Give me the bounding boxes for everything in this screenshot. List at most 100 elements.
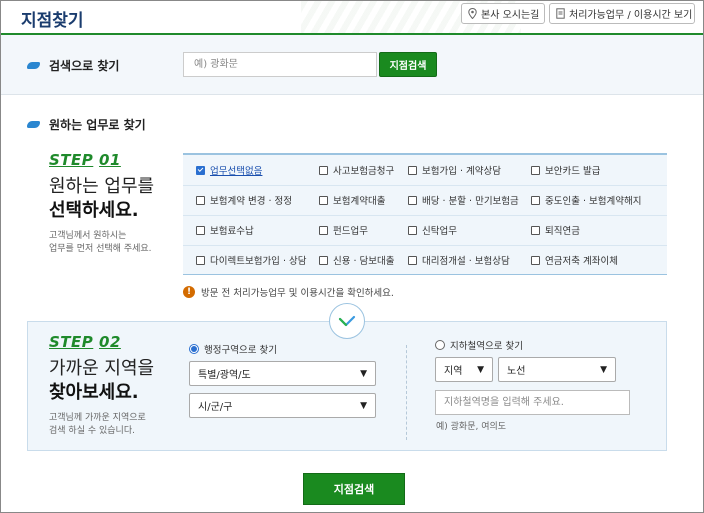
checkbox-indicator bbox=[319, 165, 328, 175]
task-option-checkbox[interactable]: 보험료수납 bbox=[196, 215, 254, 245]
checkbox-indicator bbox=[531, 195, 540, 205]
checkbox-indicator bbox=[531, 255, 540, 265]
step2-desc-line2: 검색 하실 수 있습니다. bbox=[49, 426, 135, 436]
step1-title: STEP 01 bbox=[49, 151, 121, 169]
page-title: 지점찾기 bbox=[21, 11, 84, 31]
task-option-label: 대리점개설 · 보험상담 bbox=[422, 256, 510, 267]
task-option-label: 중도인출 · 보험계약해지 bbox=[545, 196, 642, 207]
branch-search-button[interactable]: 지점검색 bbox=[379, 52, 437, 77]
task-option-checkbox[interactable]: 대리점개설 · 보험상담 bbox=[408, 245, 510, 275]
task-option-label: 보험계약대출 bbox=[333, 196, 386, 207]
task-option-checkbox[interactable]: 보험계약대출 bbox=[319, 185, 385, 215]
task-option-checkbox[interactable]: 중도인출 · 보험계약해지 bbox=[531, 185, 641, 215]
subway-example: 예) 광화문, 여의도 bbox=[436, 422, 507, 432]
task-option-checkbox[interactable]: 배당 · 분할 · 만기보험금 bbox=[408, 185, 519, 215]
step1-heading-line2: 선택하세요. bbox=[49, 200, 139, 221]
task-option-label: 신용 · 담보대출 bbox=[333, 256, 395, 267]
step2-number: 02 bbox=[99, 333, 121, 351]
subway-region-select[interactable]: 지역 ▼ bbox=[435, 357, 493, 382]
step2-prefix: STEP bbox=[49, 333, 94, 351]
checkbox-indicator bbox=[408, 195, 417, 205]
subway-label: 지하철역으로 찾기 bbox=[450, 341, 523, 352]
task-option-checkbox[interactable]: 보안카드 발급 bbox=[531, 155, 600, 185]
task-option-label: 펀드업무 bbox=[333, 226, 368, 237]
subway-line-select[interactable]: 노선 ▼ bbox=[498, 357, 616, 382]
task-option-label: 보안카드 발급 bbox=[545, 166, 601, 177]
task-search-heading: 원하는 업무로 찾기 bbox=[27, 116, 146, 133]
visit-notice-text: 방문 전 처리가능업무 및 이용시간을 확인하세요. bbox=[201, 288, 394, 299]
task-search-label: 원하는 업무로 찾기 bbox=[49, 118, 146, 132]
step1-heading-line1: 원하는 업무를 bbox=[49, 176, 155, 197]
checkbox-indicator bbox=[408, 225, 417, 235]
admin-district-radio[interactable]: 행정구역으로 찾기 bbox=[189, 342, 277, 356]
province-select[interactable]: 특별/광역/도 ▼ bbox=[189, 361, 376, 386]
task-options-grid: 업무선택없음 사고보험금청구 보험가입 · 계약상담 보안카드 발급보험계약 변경 ·… bbox=[183, 153, 667, 275]
task-option-label: 보험료수납 bbox=[210, 226, 254, 237]
hq-directions-button[interactable]: 본사 오시는길 bbox=[461, 3, 545, 24]
task-option-checkbox[interactable]: 다이렉트보험가입 · 상담 bbox=[196, 245, 306, 275]
vertical-divider bbox=[406, 345, 407, 440]
task-option-label: 연금저축 계좌이체 bbox=[545, 256, 618, 267]
radio-indicator bbox=[189, 344, 199, 354]
checkbox-indicator bbox=[319, 195, 328, 205]
keyword-search-label: 검색으로 찾기 bbox=[49, 59, 120, 73]
subway-radio[interactable]: 지하철역으로 찾기 bbox=[435, 338, 523, 352]
task-option-checkbox[interactable]: 퇴직연금 bbox=[531, 215, 580, 245]
city-select[interactable]: 시/군/구 ▼ bbox=[189, 393, 376, 418]
hq-directions-label: 본사 오시는길 bbox=[481, 10, 540, 21]
task-option-checkbox[interactable]: 보험가입 · 계약상담 bbox=[408, 155, 501, 185]
document-icon bbox=[556, 8, 565, 19]
step1-prefix: STEP bbox=[49, 151, 94, 169]
subway-region-value: 지역 bbox=[444, 366, 463, 377]
step2-desc-line1: 고객님께 가까운 지역으로 bbox=[49, 413, 146, 423]
chevron-down-icon: ▼ bbox=[600, 364, 607, 375]
task-option-checkbox[interactable]: 신탁업무 bbox=[408, 215, 457, 245]
location-pin-icon bbox=[468, 8, 477, 19]
checkbox-indicator bbox=[319, 225, 328, 235]
admin-district-label: 행정구역으로 찾기 bbox=[204, 345, 277, 356]
visit-notice: ! 방문 전 처리가능업무 및 이용시간을 확인하세요. bbox=[183, 285, 394, 299]
checkbox-indicator bbox=[319, 255, 328, 265]
checkbox-indicator bbox=[196, 255, 205, 265]
hours-button[interactable]: 처리가능업무 / 이용시간 보기 bbox=[549, 3, 695, 24]
province-select-value: 특별/광역/도 bbox=[198, 370, 251, 381]
checkbox-indicator bbox=[531, 225, 540, 235]
checkbox-indicator bbox=[531, 165, 540, 175]
task-option-checkbox[interactable]: 업무선택없음 bbox=[196, 155, 262, 185]
checkbox-indicator bbox=[196, 225, 205, 235]
city-select-value: 시/군/구 bbox=[198, 402, 233, 413]
task-option-checkbox[interactable]: 보험계약 변경 · 정정 bbox=[196, 185, 292, 215]
task-option-checkbox[interactable]: 펀드업무 bbox=[319, 215, 368, 245]
task-option-checkbox[interactable]: 연금저축 계좌이체 bbox=[531, 245, 618, 275]
page-header: 지점찾기 본사 오시는길 처리가능업무 / 이용시간 보기 bbox=[1, 1, 703, 35]
radio-indicator bbox=[435, 340, 445, 350]
chevron-down-icon: ▼ bbox=[360, 400, 367, 411]
checkmark-connector-icon bbox=[329, 303, 365, 339]
chevron-down-icon: ▼ bbox=[360, 368, 367, 379]
branch-search-input[interactable] bbox=[183, 52, 377, 77]
task-option-label: 배당 · 분할 · 만기보험금 bbox=[422, 196, 519, 207]
step1-desc-line2: 업무를 먼저 선택해 주세요. bbox=[49, 244, 152, 254]
task-option-label: 업무선택없음 bbox=[210, 166, 263, 177]
step1-desc-line1: 고객님께서 원하시는 bbox=[49, 231, 127, 241]
step2-title: STEP 02 bbox=[49, 333, 121, 351]
step2-heading-line1: 가까운 지역을 bbox=[49, 358, 155, 379]
task-option-label: 다이렉트보험가입 · 상담 bbox=[210, 256, 307, 267]
leaf-bullet-icon bbox=[27, 62, 40, 69]
checkbox-indicator bbox=[408, 165, 417, 175]
subway-station-input[interactable] bbox=[435, 390, 630, 415]
hours-label: 처리가능업무 / 이용시간 보기 bbox=[569, 10, 693, 21]
keyword-search-heading: 검색으로 찾기 bbox=[27, 57, 119, 74]
task-option-checkbox[interactable]: 신용 · 담보대출 bbox=[319, 245, 395, 275]
checkbox-indicator bbox=[408, 255, 417, 265]
task-option-label: 보험계약 변경 · 정정 bbox=[210, 196, 292, 207]
task-option-label: 퇴직연금 bbox=[545, 226, 580, 237]
task-option-label: 보험가입 · 계약상담 bbox=[422, 166, 501, 177]
subway-line-value: 노선 bbox=[507, 366, 526, 377]
main-branch-search-button[interactable]: 지점검색 bbox=[303, 473, 405, 505]
leaf-bullet-icon bbox=[27, 121, 40, 128]
chevron-down-icon: ▼ bbox=[477, 364, 484, 375]
checkbox-indicator bbox=[196, 165, 205, 175]
task-option-checkbox[interactable]: 사고보험금청구 bbox=[319, 155, 394, 185]
step2-heading-line2: 찾아보세요. bbox=[49, 382, 139, 403]
